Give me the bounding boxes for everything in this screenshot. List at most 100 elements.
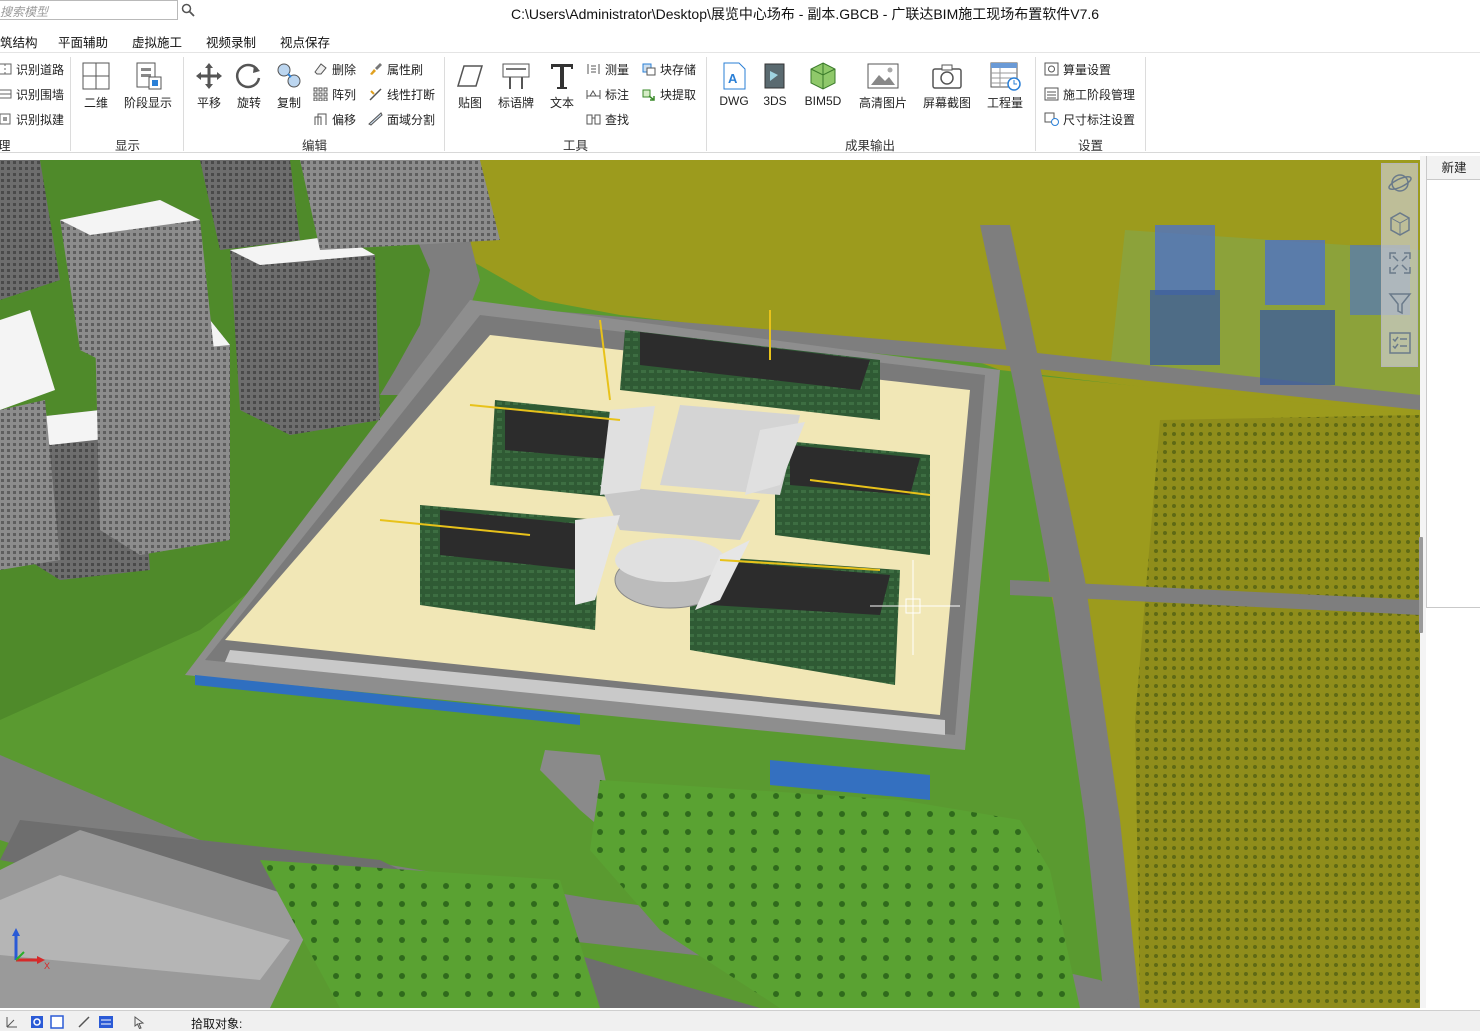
svg-text:A: A	[728, 71, 738, 86]
copy-icon	[277, 63, 301, 88]
orbit-button[interactable]	[1385, 168, 1415, 198]
view-cube-button[interactable]	[1385, 208, 1415, 238]
offset-button[interactable]: 偏移	[313, 108, 356, 130]
find-icon	[586, 114, 601, 125]
text-button[interactable]: 文本	[534, 59, 590, 115]
stage-manage-button[interactable]: 施工阶段管理	[1044, 83, 1135, 105]
group-separator	[1035, 57, 1036, 151]
menu-viewpoint-save[interactable]: 视点保存	[280, 32, 330, 51]
quantity-icon	[990, 62, 1021, 91]
ribbon: 识别道路 识别围墙 识别拟建 理 二维 阶段显示 显示 平移 旋转 复制 删除 …	[0, 52, 1480, 153]
measure-icon	[587, 64, 600, 74]
calc-settings-icon	[1044, 62, 1059, 76]
dimension-settings-icon	[1044, 112, 1059, 126]
copy-button[interactable]: 复制	[261, 59, 317, 115]
viewport-scrollbar-thumb[interactable]	[1419, 537, 1423, 633]
group-label-display: 显示	[115, 139, 141, 153]
attribute-brush-button[interactable]: 属性刷	[368, 58, 423, 80]
filter-icon	[1388, 293, 1412, 315]
dwg-icon: A	[723, 62, 746, 90]
view-2d-button[interactable]: 二维	[68, 59, 124, 115]
menu-bar: 筑结构 平面辅助 虚拟施工 视频录制 视点保存	[0, 28, 1480, 50]
orbit-icon	[1388, 174, 1412, 192]
dimension-settings-button[interactable]: 尺寸标注设置	[1044, 108, 1135, 130]
filter-button[interactable]	[1385, 288, 1415, 318]
stage-display-icon	[136, 62, 162, 90]
ortho-icon[interactable]	[4, 1014, 20, 1029]
array-icon	[313, 87, 328, 101]
group-separator	[1145, 57, 1146, 151]
group-label-tools: 工具	[563, 139, 589, 153]
checklist-button[interactable]	[1385, 328, 1415, 358]
block-extract-icon	[642, 89, 655, 101]
menu-video-record[interactable]: 视频录制	[206, 32, 256, 51]
recognize-building-button[interactable]: 识别拟建	[0, 108, 64, 130]
menu-virtual-construction[interactable]: 虚拟施工	[132, 32, 182, 51]
brush-icon	[370, 63, 382, 75]
tower-6	[300, 160, 500, 250]
planned-block-2	[1265, 240, 1325, 305]
planned-block-4	[1150, 290, 1220, 365]
move-icon	[196, 63, 222, 89]
cube-icon	[1390, 212, 1410, 236]
break-line-icon	[369, 88, 382, 101]
bim5d-icon	[810, 62, 836, 90]
region-split-button[interactable]: 面域分割	[368, 108, 435, 130]
title-bar: 搜索模型 C:\Users\Administrator\Desktop\展览中心…	[0, 0, 1480, 26]
group-label-recognize: 理	[0, 139, 11, 153]
recognize-wall-button[interactable]: 识别围墙	[0, 83, 64, 105]
stage-display-button[interactable]: 阶段显示	[120, 59, 176, 115]
screenshot-button[interactable]: 屏幕截图	[919, 59, 975, 115]
layer-icon[interactable]	[98, 1014, 114, 1029]
snap-icon[interactable]	[29, 1014, 45, 1029]
menu-plane-assist[interactable]: 平面辅助	[58, 32, 108, 51]
scene-render	[0, 160, 1420, 1008]
zoom-extents-icon	[1389, 252, 1411, 274]
measure-button[interactable]: 测量	[586, 58, 629, 80]
tree-field	[1135, 415, 1420, 1008]
planned-block-1	[1155, 225, 1215, 295]
delete-button[interactable]: 删除	[313, 58, 356, 80]
dimension-button[interactable]: 标注	[586, 83, 629, 105]
hd-image-icon	[867, 63, 899, 89]
2d-view-icon	[82, 62, 110, 90]
stage-manage-icon	[1044, 87, 1059, 101]
search-placeholder: 搜索模型	[0, 5, 49, 19]
search-input[interactable]: 搜索模型	[0, 0, 178, 20]
rotate-icon	[235, 63, 261, 89]
search-icon[interactable]	[178, 0, 198, 20]
array-button[interactable]: 阵列	[313, 83, 356, 105]
menu-building-structure[interactable]: 筑结构	[0, 32, 38, 51]
axis-gizmo: X	[6, 922, 56, 972]
offset-icon	[314, 113, 327, 125]
3d-viewport[interactable]: X	[0, 160, 1420, 1008]
eraser-icon	[314, 63, 327, 75]
split-region-icon	[368, 112, 383, 126]
group-label-settings: 设置	[1078, 139, 1104, 153]
calc-settings-button[interactable]: 算量设置	[1044, 58, 1111, 80]
signboard-icon	[502, 63, 530, 89]
quantity-button[interactable]: 工程量	[977, 59, 1033, 115]
find-button[interactable]: 查找	[586, 108, 629, 130]
checklist-icon	[1389, 332, 1411, 354]
frame-icon[interactable]	[49, 1014, 65, 1029]
axis-x-label: X	[44, 961, 50, 971]
hd-image-button[interactable]: 高清图片	[855, 59, 911, 115]
line-style-icon[interactable]	[76, 1014, 92, 1029]
window-title: C:\Users\Administrator\Desktop\展览中心场布 - …	[510, 6, 1100, 22]
camera-icon	[932, 64, 962, 89]
recognize-road-button[interactable]: 识别道路	[0, 58, 64, 80]
pick-object-label: 拾取对象:	[191, 1017, 243, 1031]
group-label-output: 成果输出	[845, 139, 896, 153]
block-extract-button[interactable]: 块提取	[641, 83, 696, 105]
dimension-icon	[586, 90, 601, 99]
zoom-extents-button[interactable]	[1385, 248, 1415, 278]
export-bim5d-button[interactable]: BIM5D	[795, 59, 851, 115]
linear-break-button[interactable]: 线性打断	[368, 83, 435, 105]
block-save-button[interactable]: 块存储	[641, 58, 696, 80]
pointer-icon[interactable]	[131, 1014, 147, 1029]
building-recognize-icon	[0, 113, 11, 125]
new-tab-button[interactable]: 新建	[1427, 156, 1480, 180]
wall-recognize-icon	[0, 89, 12, 99]
texture-icon	[456, 65, 484, 87]
